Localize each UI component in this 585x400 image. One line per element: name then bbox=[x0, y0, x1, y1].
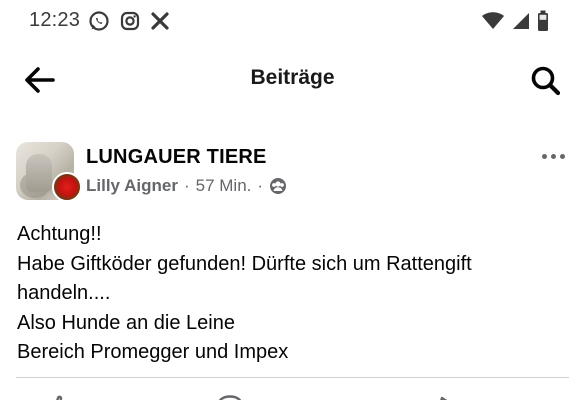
system-status-icons bbox=[481, 10, 549, 32]
post-text-line: Also Hunde an die Leine bbox=[17, 311, 235, 334]
post-text-line: Bereich Promegger und Impex bbox=[17, 341, 289, 363]
group-name[interactable]: LUNGAUER TIERE bbox=[86, 146, 267, 169]
back-button[interactable] bbox=[22, 64, 58, 96]
author-avatar[interactable] bbox=[52, 172, 82, 202]
post-meta: Lilly Aigner · 57 Min. · bbox=[86, 176, 287, 196]
notification-icons bbox=[88, 10, 170, 32]
whatsapp-icon bbox=[89, 11, 109, 31]
signal-icon bbox=[513, 13, 529, 29]
search-button[interactable] bbox=[529, 64, 563, 98]
wifi-icon bbox=[482, 12, 504, 29]
comment-button[interactable] bbox=[215, 392, 245, 400]
more-horizontal-icon bbox=[541, 153, 565, 159]
battery-icon bbox=[538, 10, 548, 31]
search-icon bbox=[531, 66, 561, 96]
post-text-line: Habe Giftköder gefunden! Dürfte sich um … bbox=[17, 252, 472, 275]
action-divider bbox=[16, 377, 569, 378]
app-header: Beiträge bbox=[0, 52, 585, 108]
like-icon bbox=[56, 395, 63, 400]
avatar-image-detail bbox=[26, 154, 52, 192]
meta-separator: · bbox=[183, 176, 190, 195]
status-time: 12:23 bbox=[29, 9, 81, 31]
post-time[interactable]: 57 Min. bbox=[196, 176, 252, 196]
post-text: Achtung!! Habe Giftköder gefunden! Dürft… bbox=[17, 220, 567, 368]
share-button[interactable] bbox=[430, 392, 460, 400]
x-icon bbox=[151, 12, 169, 30]
comment-icon bbox=[218, 395, 242, 400]
like-button[interactable] bbox=[44, 392, 74, 400]
post-menu-button[interactable] bbox=[537, 146, 569, 166]
post-text-line: handeln.... bbox=[17, 282, 111, 304]
post-text-line: Achtung!! bbox=[17, 223, 102, 245]
page-title: Beiträge bbox=[250, 66, 335, 89]
post-header: LUNGAUER TIERE Lilly Aigner · 57 Min. · bbox=[0, 138, 585, 208]
author-name[interactable]: Lilly Aigner bbox=[86, 176, 178, 196]
instagram-icon bbox=[120, 11, 140, 31]
meta-separator: · bbox=[257, 176, 264, 195]
share-icon bbox=[440, 396, 448, 400]
status-bar: 12:23 bbox=[0, 0, 585, 42]
avatar-group[interactable] bbox=[16, 142, 82, 202]
group-audience-icon bbox=[270, 178, 287, 194]
arrow-left-icon bbox=[25, 67, 55, 93]
